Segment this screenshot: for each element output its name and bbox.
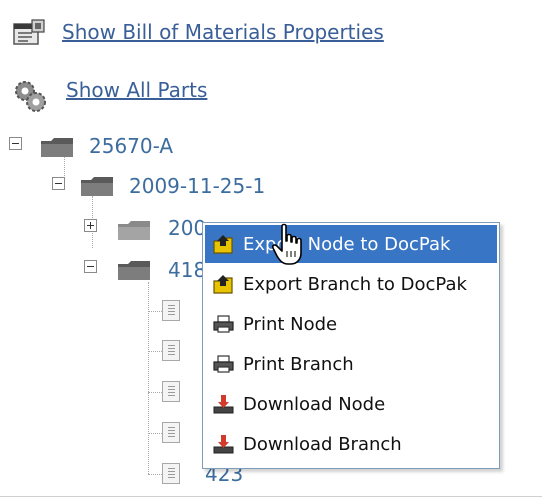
document-icon	[162, 381, 180, 402]
bom-properties-icon[interactable]	[12, 18, 46, 48]
gears-icon[interactable]	[12, 78, 48, 114]
tree-line	[148, 433, 162, 434]
tree-node-grandchild[interactable]: 418	[168, 258, 206, 282]
document-icon	[162, 340, 180, 361]
document-icon	[162, 300, 180, 321]
show-bom-properties-link[interactable]: Show Bill of Materials Properties	[62, 20, 384, 44]
show-all-parts-link[interactable]: Show All Parts	[66, 78, 207, 102]
download-icon	[211, 433, 237, 455]
document-icon	[162, 463, 180, 484]
collapse-toggle[interactable]	[9, 137, 22, 150]
tree-line	[148, 311, 162, 312]
menu-item-export-branch[interactable]: Export Branch to DocPak	[205, 265, 497, 303]
folder-icon	[117, 219, 151, 241]
context-menu: Export Node to DocPak Export Branch to D…	[202, 222, 500, 469]
menu-item-label: Download Node	[243, 393, 386, 415]
collapse-toggle[interactable]	[52, 177, 65, 190]
menu-item-print-branch[interactable]: Print Branch	[205, 345, 497, 383]
folder-icon	[40, 136, 74, 158]
collapse-toggle[interactable]	[84, 260, 97, 273]
tree-node-root[interactable]: 25670-A	[89, 134, 173, 158]
expand-toggle[interactable]	[84, 219, 97, 232]
download-icon	[211, 393, 237, 415]
menu-item-label: Export Branch to DocPak	[243, 273, 467, 295]
tree-line	[148, 392, 162, 393]
document-icon	[162, 422, 180, 443]
hand-cursor-icon	[270, 223, 306, 267]
tree-line	[148, 351, 162, 352]
menu-item-label: Print Node	[243, 313, 338, 335]
menu-item-download-node[interactable]: Download Node	[205, 385, 497, 423]
menu-item-print-node[interactable]: Print Node	[205, 305, 497, 343]
tree-node-grandchild[interactable]: 200	[168, 216, 206, 240]
folder-icon	[80, 175, 114, 197]
printer-icon	[211, 313, 237, 335]
menu-item-export-node[interactable]: Export Node to DocPak	[205, 225, 497, 263]
export-icon	[211, 233, 237, 255]
folder-icon	[117, 259, 151, 281]
menu-item-download-branch[interactable]: Download Branch	[205, 425, 497, 463]
menu-item-label: Print Branch	[243, 353, 354, 375]
tree-node-date[interactable]: 2009-11-25-1	[129, 174, 265, 198]
export-icon	[211, 273, 237, 295]
divider	[0, 496, 542, 497]
menu-item-label: Download Branch	[243, 433, 402, 455]
tree-line	[148, 474, 162, 475]
printer-icon	[211, 353, 237, 375]
